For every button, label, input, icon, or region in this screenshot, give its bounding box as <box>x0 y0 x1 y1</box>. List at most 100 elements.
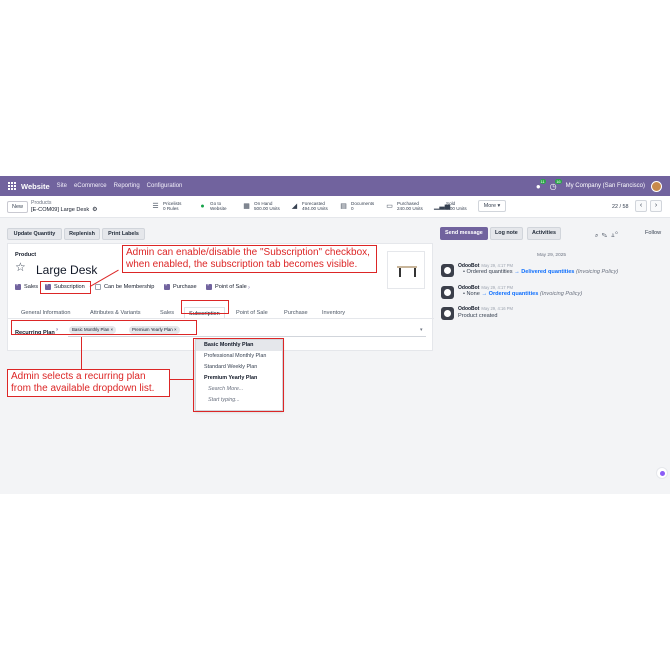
tab-divider <box>8 318 434 319</box>
annotation-note-bottom: Admin selects a recurring plan from the … <box>7 369 170 397</box>
activities-button[interactable]: Activities <box>527 227 561 240</box>
paperclip-icon[interactable]: ✎ <box>602 233 607 239</box>
credit-card-icon: ▭ <box>386 203 393 210</box>
menu-ecommerce[interactable]: eCommerce <box>74 183 107 189</box>
chart-area-icon: ◢ <box>291 203 298 210</box>
odoobot-avatar <box>441 286 454 299</box>
checkbox-checked-icon[interactable] <box>164 282 170 290</box>
product-image[interactable] <box>387 251 425 289</box>
old-value: None <box>466 291 480 297</box>
checkbox-sales[interactable]: Sales <box>15 282 38 290</box>
control-panel: New Products [E-COM09] Large Desk ⚙ ☰ Pri… <box>0 196 670 218</box>
smart-line2: 7.00 Units <box>446 206 467 211</box>
send-message-button[interactable]: Send message <box>440 227 488 240</box>
log-note-button[interactable]: Log note <box>490 227 523 240</box>
field-name: (Invoicing Policy) <box>576 269 619 275</box>
desk-leg-left <box>399 268 401 277</box>
tooltip-icon[interactable]: ? <box>248 285 250 290</box>
smart-line2: 500.00 Units <box>254 206 280 211</box>
chatter-tools: ⌕ ✎ ♙0 <box>595 230 618 240</box>
message-time: May 29, 4:17 PM <box>481 263 514 268</box>
pager-value[interactable]: 22 / 58 <box>612 204 629 210</box>
pricelist-icon: ☰ <box>152 203 159 210</box>
smart-line2: 240.00 Units <box>397 206 423 211</box>
menu-reporting[interactable]: Reporting <box>114 183 140 189</box>
smart-button-sold[interactable]: ▁▃▅ Sold 7.00 Units <box>434 198 467 214</box>
smart-button-purchased[interactable]: ▭ Purchased 240.00 Units <box>385 198 423 214</box>
activity-badge: 16 <box>555 178 562 184</box>
breadcrumb-record: [E-COM09] Large Desk ⚙ <box>31 206 98 213</box>
annotation-arrow <box>170 379 194 381</box>
smart-button-forecasted[interactable]: ◢ Forecasted 494.00 Units <box>290 198 328 214</box>
highlight-recurring-plan <box>11 320 197 335</box>
message-time: May 29, 4:17 PM <box>481 285 514 290</box>
checkbox-checked-icon[interactable] <box>206 282 212 290</box>
checkbox-checked-icon[interactable] <box>15 282 21 290</box>
breadcrumb-record-label: [E-COM09] Large Desk <box>31 207 90 213</box>
globe-icon: ● <box>200 202 205 210</box>
odoobot-avatar <box>441 307 454 320</box>
chat-icon[interactable]: ● 11 <box>536 178 546 191</box>
more-button[interactable]: More ▾ <box>478 200 506 212</box>
favorite-star-icon[interactable]: ☆ <box>15 260 26 274</box>
bar-chart-icon: ▁▃▅ <box>434 203 451 210</box>
checkbox-label: Sales <box>24 284 38 290</box>
message-time: May 29, 4:16 PM <box>481 306 514 311</box>
smart-button-documents[interactable]: ▤ Documents 0 <box>339 198 374 214</box>
annotation-arrow <box>81 337 83 369</box>
chat-badge: 11 <box>539 178 546 184</box>
old-value: Ordered quantities <box>466 269 513 275</box>
update-quantity-button[interactable]: Update Quantity <box>7 228 62 240</box>
highlight-dropdown <box>193 338 284 412</box>
checkbox-purchase[interactable]: Purchase <box>164 282 197 290</box>
apps-menu-icon[interactable] <box>8 182 16 190</box>
replenish-button[interactable]: Replenish <box>64 228 100 240</box>
menu-site[interactable]: Site <box>57 183 67 189</box>
new-button[interactable]: New <box>7 201 28 213</box>
smart-button-on-hand[interactable]: ▦ On Hand 500.00 Units <box>242 198 280 214</box>
smart-line2: 0 <box>351 206 354 211</box>
checkbox-point-of-sale[interactable]: Point of Sale? <box>206 282 250 290</box>
product-name-field[interactable]: Large Desk <box>36 263 97 277</box>
menu-configuration[interactable]: Configuration <box>147 183 183 189</box>
arrow-right-icon: → <box>481 291 488 297</box>
activity-clock-icon[interactable]: ◷ 16 <box>550 178 562 191</box>
odoo-screenshot: Website Site eCommerce Reporting Configu… <box>0 176 670 494</box>
recurring-plan-input[interactable] <box>68 336 426 337</box>
checkbox-membership[interactable]: Can be Membership <box>95 284 154 290</box>
highlight-subscription-checkbox <box>40 281 91 294</box>
product-label: Product <box>15 252 37 258</box>
new-value: Delivered quantities <box>521 269 575 275</box>
search-icon[interactable]: ⌕ <box>595 233 598 239</box>
pager-next-icon[interactable]: › <box>650 200 662 212</box>
arrow-right-icon: → <box>514 269 520 275</box>
app-name[interactable]: Website <box>21 182 50 191</box>
checkbox-unchecked-icon[interactable] <box>95 284 101 290</box>
field-name: (Invoicing Policy) <box>539 291 583 297</box>
smart-line1: Documents <box>351 201 375 206</box>
chatter-panel: Send message Log note Activities ⌕ ✎ ♙0 … <box>437 218 670 494</box>
user-avatar[interactable] <box>651 180 662 192</box>
assistant-bubble-icon[interactable] <box>656 467 668 479</box>
smart-button-website[interactable]: ● Go to Website <box>198 198 227 214</box>
print-labels-button[interactable]: Print Labels <box>102 228 145 240</box>
top-navbar: Website Site eCommerce Reporting Configu… <box>0 176 670 196</box>
smart-line2: 494.00 Units <box>302 206 328 211</box>
company-switcher[interactable]: My Company (San Francisco) <box>566 183 645 189</box>
checkbox-label: Can be Membership <box>104 284 155 290</box>
new-value: Ordered quantities <box>488 291 539 297</box>
smart-line2: Website <box>210 206 227 211</box>
tracking-change: • Ordered quantities → Delivered quantit… <box>463 269 619 275</box>
caret-down-icon[interactable]: ▾ <box>420 327 423 333</box>
tracking-change: • None → Ordered quantities (Invoicing P… <box>463 291 583 297</box>
gear-icon[interactable]: ⚙ <box>92 207 97 213</box>
follow-button[interactable]: Follow <box>645 230 661 236</box>
smart-button-pricelists[interactable]: ☰ Pricelists 0 Rules <box>151 198 181 214</box>
message-body: Product created <box>458 313 498 319</box>
checkbox-label: Point of Sale <box>215 284 247 290</box>
followers-count: 0 <box>615 230 618 235</box>
message-author: OdooBot May 29, 4:16 PM <box>458 306 513 312</box>
author-name: OdooBot <box>458 306 480 312</box>
odoobot-avatar <box>441 264 454 277</box>
pager-prev-icon[interactable]: ‹ <box>635 200 647 212</box>
